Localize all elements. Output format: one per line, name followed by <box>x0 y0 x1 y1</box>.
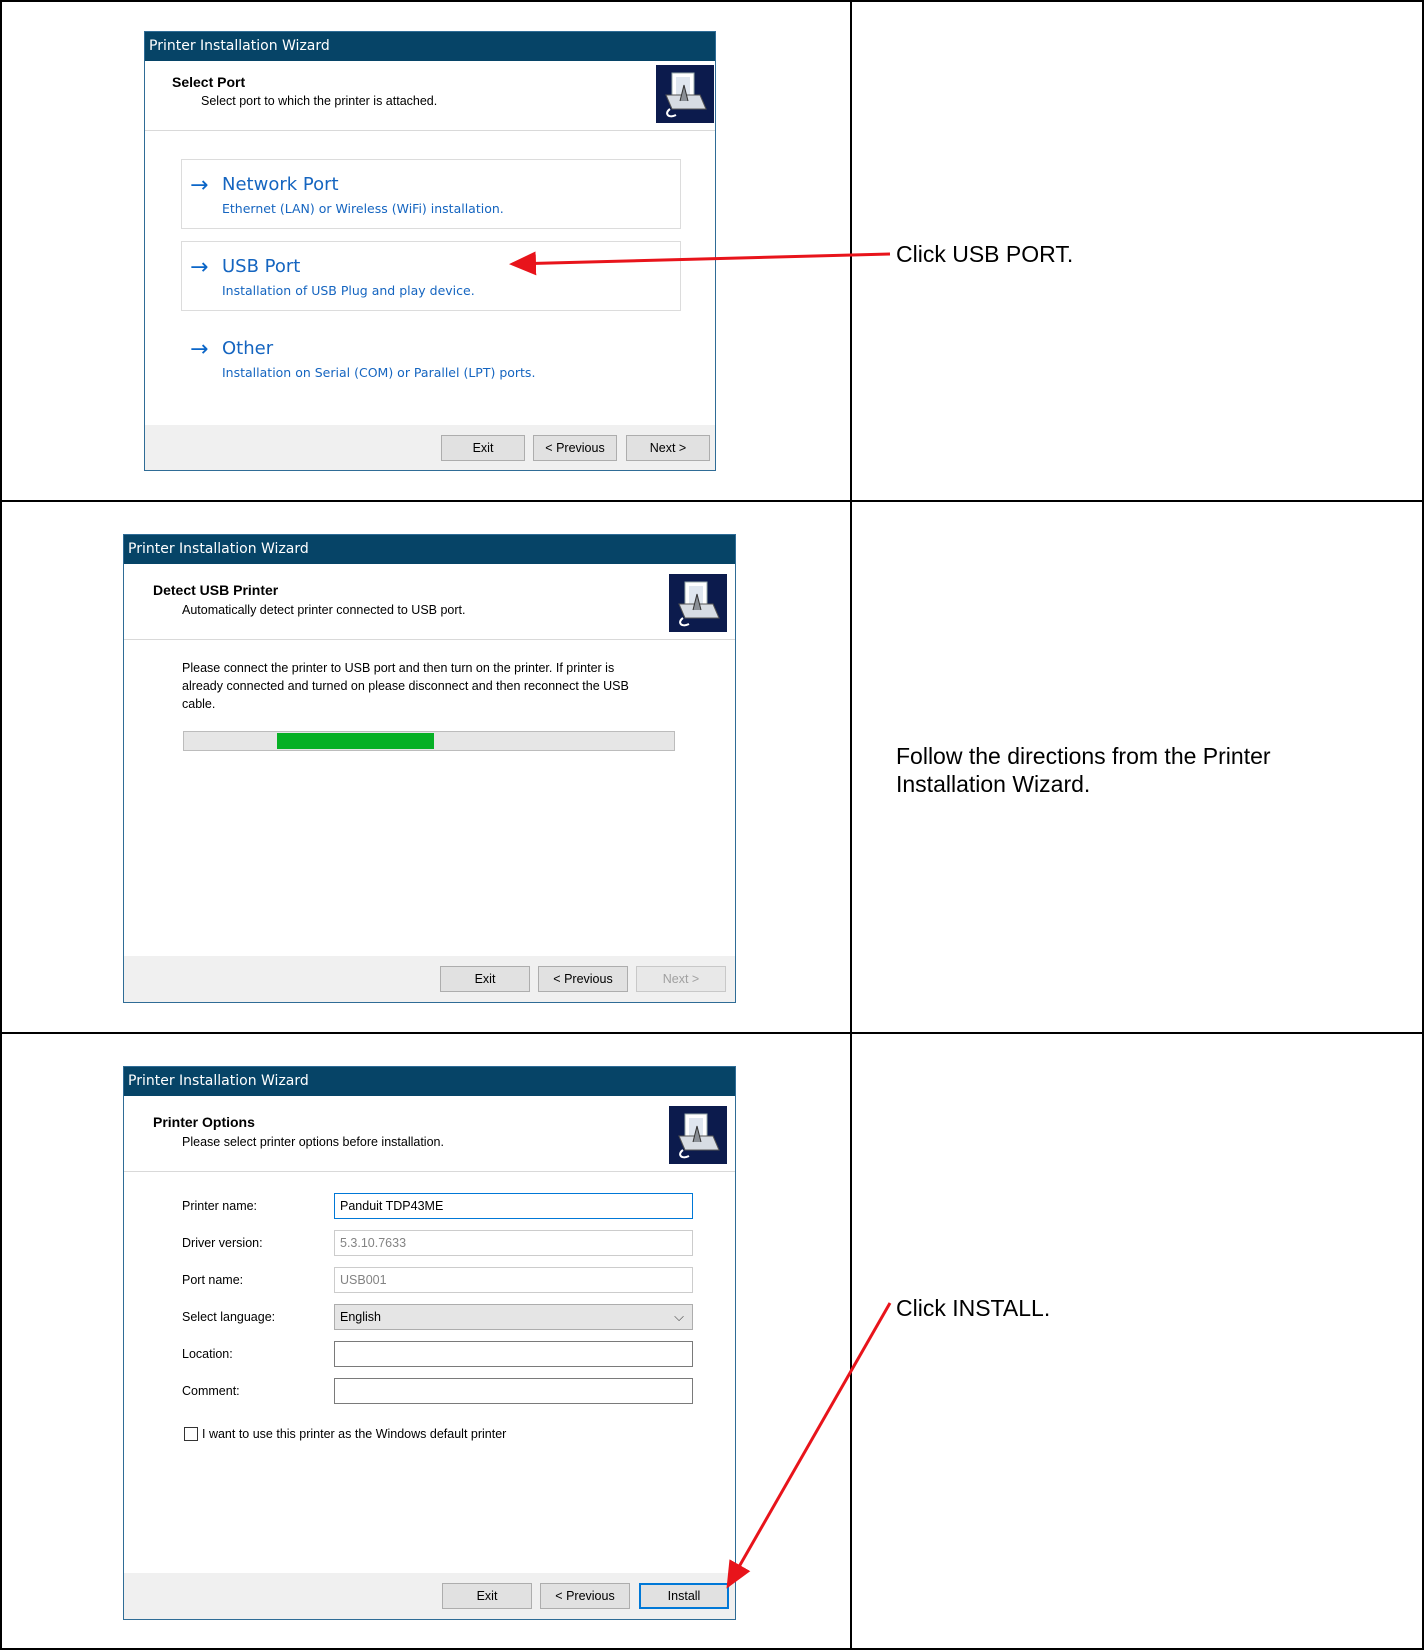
arrow-to-usb-port <box>509 251 891 276</box>
arrow-to-install-button <box>726 1302 892 1589</box>
annotation-arrows <box>509 251 892 1589</box>
